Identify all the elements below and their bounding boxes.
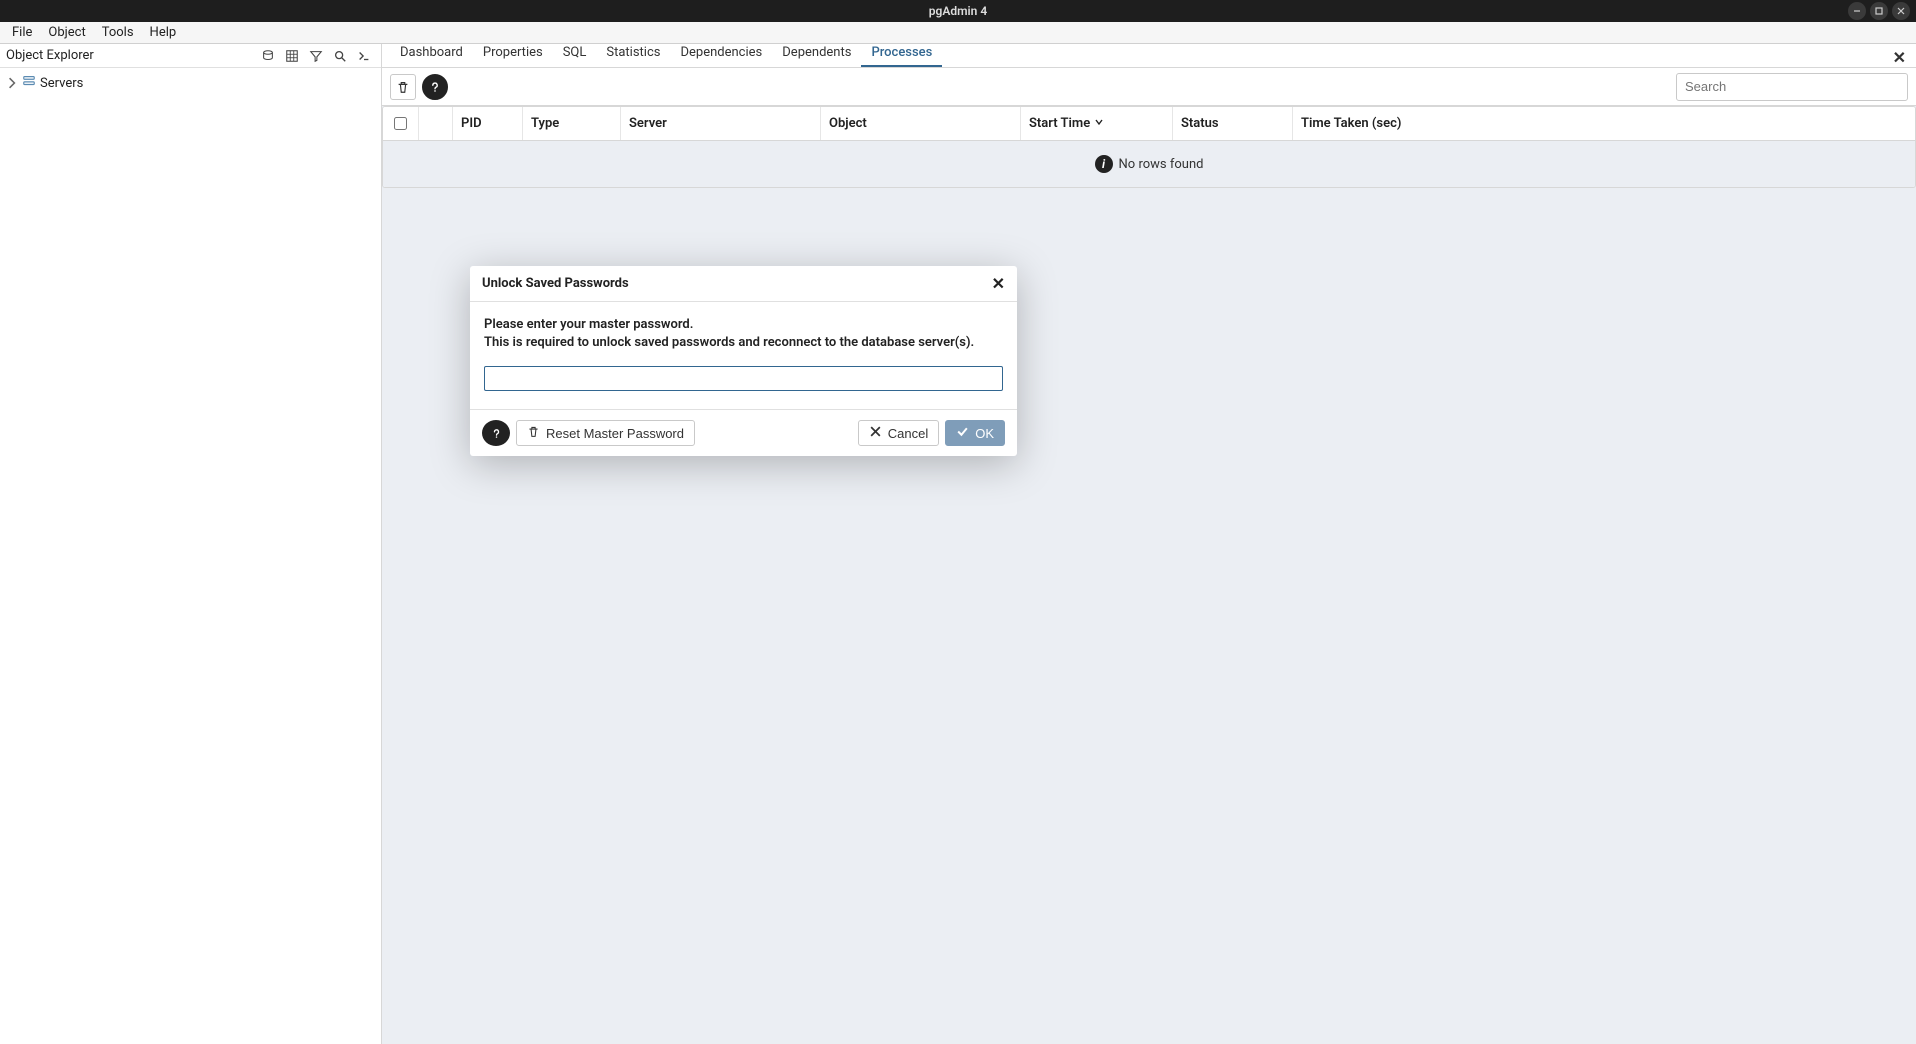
tab-properties[interactable]: Properties — [473, 41, 553, 67]
tab-dependencies[interactable]: Dependencies — [670, 41, 772, 67]
window-title: pgAdmin 4 — [929, 4, 987, 18]
reset-master-password-button[interactable]: Reset Master Password — [516, 420, 695, 446]
dialog-help-button[interactable] — [482, 420, 510, 446]
menu-object[interactable]: Object — [40, 22, 93, 43]
sort-desc-icon — [1094, 116, 1104, 131]
tab-dependents[interactable]: Dependents — [772, 41, 861, 67]
column-object[interactable]: Object — [821, 107, 1021, 140]
select-all-checkbox[interactable] — [394, 117, 407, 130]
column-pid[interactable]: PID — [453, 107, 523, 140]
dialog-title: Unlock Saved Passwords — [482, 276, 629, 291]
dialog-close-button[interactable]: ✕ — [992, 274, 1005, 293]
table-header-row: PID Type Server Object Start Time Status… — [383, 107, 1915, 141]
object-explorer-toolbar — [257, 45, 375, 67]
tab-dashboard[interactable]: Dashboard — [390, 41, 473, 67]
tree-node-label: Servers — [40, 76, 83, 91]
server-group-icon — [22, 74, 36, 92]
window-close-button[interactable] — [1892, 2, 1910, 20]
empty-text: No rows found — [1119, 157, 1204, 172]
menubar: File Object Tools Help — [0, 22, 1916, 44]
menu-help[interactable]: Help — [142, 22, 185, 43]
column-select-all[interactable] — [383, 107, 419, 140]
delete-button[interactable] — [390, 74, 416, 100]
unlock-password-dialog: Unlock Saved Passwords ✕ Please enter yo… — [470, 266, 1017, 456]
psql-tool-icon[interactable] — [353, 45, 375, 67]
column-time-taken[interactable]: Time Taken (sec) — [1293, 107, 1915, 140]
tab-sql[interactable]: SQL — [553, 41, 597, 67]
dialog-message-2: This is required to unlock saved passwor… — [484, 334, 1003, 352]
view-data-icon[interactable] — [281, 45, 303, 67]
master-password-input[interactable] — [484, 366, 1003, 391]
table-empty-state: i No rows found — [383, 141, 1915, 187]
dialog-body: Please enter your master password. This … — [470, 302, 1017, 409]
dialog-message-1: Please enter your master password. — [484, 316, 1003, 334]
query-tool-icon[interactable] — [257, 45, 279, 67]
main-tabstrip: Dashboard Properties SQL Statistics Depe… — [382, 44, 1916, 68]
main-area: Dashboard Properties SQL Statistics Depe… — [382, 44, 1916, 1044]
object-explorer-panel: Object Explorer — [0, 44, 382, 1044]
filter-rows-icon[interactable] — [305, 45, 327, 67]
processes-table: PID Type Server Object Start Time Status… — [382, 106, 1916, 188]
check-icon — [956, 425, 969, 441]
tree-node-servers[interactable]: Servers — [0, 72, 381, 94]
trash-icon — [527, 425, 540, 441]
info-icon: i — [1095, 155, 1113, 173]
close-icon — [869, 425, 882, 441]
search-input[interactable] — [1676, 73, 1908, 101]
ok-button-label: OK — [975, 426, 994, 441]
object-explorer-header: Object Explorer — [0, 44, 381, 68]
column-type[interactable]: Type — [523, 107, 621, 140]
ok-button[interactable]: OK — [945, 420, 1005, 446]
dialog-header: Unlock Saved Passwords ✕ — [470, 266, 1017, 302]
column-start-time-label: Start Time — [1029, 116, 1090, 131]
processes-toolbar — [382, 68, 1916, 106]
column-actions — [419, 107, 453, 140]
column-server[interactable]: Server — [621, 107, 821, 140]
object-tree: Servers — [0, 68, 381, 1044]
menu-tools[interactable]: Tools — [94, 22, 142, 43]
column-start-time[interactable]: Start Time — [1021, 107, 1173, 140]
chevron-right-icon — [6, 77, 18, 89]
cancel-button-label: Cancel — [888, 426, 928, 441]
tab-statistics[interactable]: Statistics — [596, 41, 670, 67]
column-status[interactable]: Status — [1173, 107, 1293, 140]
close-panel-icon[interactable]: ✕ — [1893, 48, 1906, 67]
dialog-footer: Reset Master Password Cancel OK — [470, 409, 1017, 456]
search-objects-icon[interactable] — [329, 45, 351, 67]
window-controls — [1848, 2, 1910, 20]
menu-file[interactable]: File — [4, 22, 40, 43]
object-explorer-title: Object Explorer — [6, 48, 94, 63]
reset-button-label: Reset Master Password — [546, 426, 684, 441]
window-titlebar: pgAdmin 4 — [0, 0, 1916, 22]
help-button[interactable] — [422, 74, 448, 100]
tab-processes[interactable]: Processes — [861, 41, 942, 67]
window-minimize-button[interactable] — [1848, 2, 1866, 20]
window-maximize-button[interactable] — [1870, 2, 1888, 20]
cancel-button[interactable]: Cancel — [858, 420, 939, 446]
